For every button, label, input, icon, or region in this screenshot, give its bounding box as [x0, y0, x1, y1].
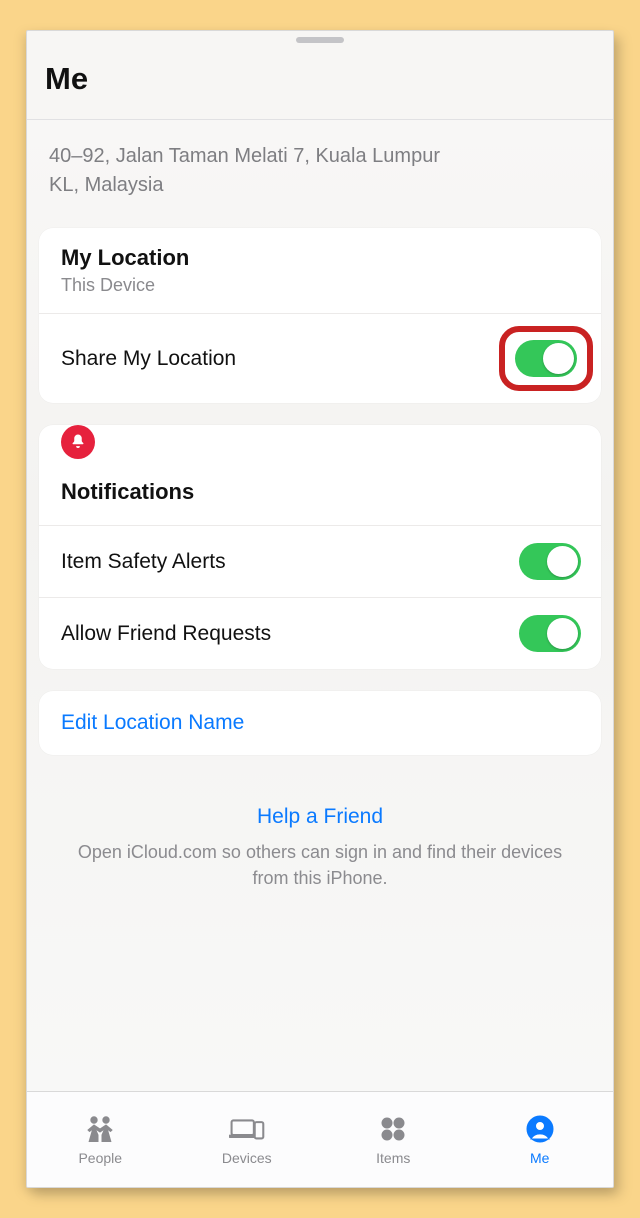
header: Me	[27, 47, 613, 120]
edit-location-name-button[interactable]: Edit Location Name	[39, 691, 601, 755]
toggle-knob	[543, 343, 574, 374]
my-location-title: My Location	[61, 245, 189, 273]
address-line2: KL, Malaysia	[49, 171, 591, 200]
help-a-friend-link[interactable]: Help a Friend	[65, 805, 575, 829]
sheet-grabber[interactable]	[296, 37, 344, 43]
current-address: 40–92, Jalan Taman Melati 7, Kuala Lumpu…	[35, 120, 605, 206]
help-subtext: Open iCloud.com so others can sign in an…	[65, 839, 575, 891]
people-icon	[82, 1114, 118, 1144]
friend-requests-label: Allow Friend Requests	[61, 622, 271, 646]
items-icon	[375, 1114, 411, 1144]
tab-bar: People Devices	[27, 1091, 613, 1187]
my-location-sub: This Device	[61, 273, 189, 296]
page-title: Me	[45, 61, 595, 97]
tab-label: People	[78, 1150, 122, 1166]
share-location-row: Share My Location	[39, 313, 601, 403]
me-settings-sheet: Me 40–92, Jalan Taman Melati 7, Kuala Lu…	[26, 30, 614, 1188]
tab-label: Items	[376, 1150, 410, 1166]
tab-devices[interactable]: Devices	[174, 1092, 321, 1187]
help-block: Help a Friend Open iCloud.com so others …	[35, 805, 605, 891]
tab-label: Devices	[222, 1150, 272, 1166]
share-location-label: Share My Location	[61, 347, 236, 371]
tab-items[interactable]: Items	[320, 1092, 467, 1187]
notifications-card: Notifications Item Safety Alerts Allow F…	[39, 425, 601, 669]
friend-requests-row: Allow Friend Requests	[39, 597, 601, 669]
item-safety-label: Item Safety Alerts	[61, 550, 226, 574]
tab-people[interactable]: People	[27, 1092, 174, 1187]
edit-location-card: Edit Location Name	[39, 691, 601, 755]
highlight-box	[499, 326, 593, 391]
share-location-toggle[interactable]	[515, 340, 577, 377]
address-line1: 40–92, Jalan Taman Melati 7, Kuala Lumpu…	[49, 142, 591, 171]
tab-label: Me	[530, 1150, 549, 1166]
item-safety-row: Item Safety Alerts	[39, 526, 601, 597]
location-card: My Location This Device Share My Locatio…	[39, 228, 601, 403]
item-safety-toggle[interactable]	[519, 543, 581, 580]
toggle-knob	[547, 546, 578, 577]
content-scroll[interactable]: 40–92, Jalan Taman Melati 7, Kuala Lumpu…	[27, 120, 613, 1091]
tab-me[interactable]: Me	[467, 1092, 614, 1187]
notifications-title: Notifications	[39, 459, 601, 526]
my-location-row[interactable]: My Location This Device	[39, 228, 601, 313]
bell-icon	[61, 425, 95, 459]
devices-icon	[229, 1114, 265, 1144]
toggle-knob	[547, 618, 578, 649]
me-icon	[522, 1114, 558, 1144]
friend-requests-toggle[interactable]	[519, 615, 581, 652]
